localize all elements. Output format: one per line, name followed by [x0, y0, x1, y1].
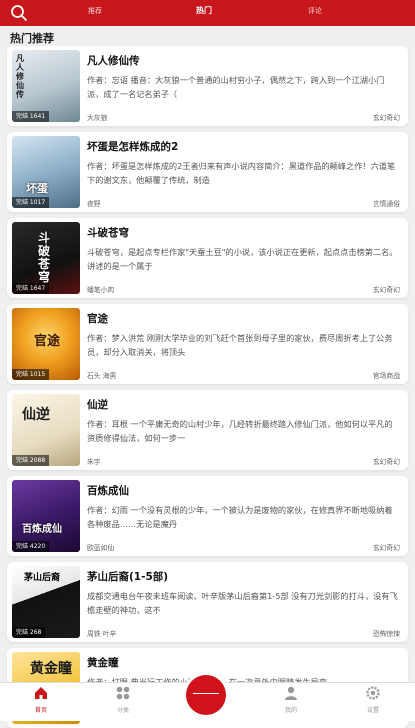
status-badge: 完结 1015 [12, 369, 50, 380]
status-badge: 完结 1647 [12, 283, 50, 294]
nav-category-label: 分类 [116, 707, 129, 714]
book-genre: 恐怖惊悚 [372, 630, 400, 638]
book-author: 蟠笔小肉 [87, 286, 115, 294]
cover-title-art: 茅山后裔 [24, 573, 61, 583]
nav-category[interactable]: 分类 [98, 685, 148, 714]
book-title[interactable]: 凡人修仙传 [87, 53, 140, 68]
nav-home-label: 首页 [34, 707, 47, 714]
cover-title-art: 黄金瞳 [30, 661, 72, 677]
book-title[interactable]: 仙逆 [87, 397, 108, 412]
book-description: 作者：梦入洪荒 刚刚大学毕业的刘飞赶个首张到母子里的家伙，费尽周折考上了公务员，… [87, 333, 393, 357]
tab-hot[interactable]: 热门 [196, 5, 212, 16]
book-title[interactable]: 百炼成仙 [87, 483, 129, 498]
book-author: 朱宇 [87, 458, 101, 466]
cover-title-art: 百炼成仙 [22, 524, 62, 535]
book-description: 成都交通电台午夜未班车阅读、叶辛版茅山后裔第1-5部 没有刀光剑影的打斗，没有飞… [87, 591, 398, 615]
cover-title-art: 坏蛋 [26, 182, 48, 195]
book-description: 作者：幻雨 一个没有灵根的少年，一个被认为是废物的家伙，在修真界不断地吸纳着各种… [87, 505, 393, 529]
status-badge: 完结 1641 [12, 111, 50, 122]
nav-mine[interactable]: 我的 [266, 685, 316, 714]
cover-title-art: 斗破苍穹 [38, 231, 51, 284]
book-author: 欧蓝如仙 [87, 544, 115, 552]
book-cover[interactable]: 百炼成仙 完结 4220 [12, 480, 80, 552]
nav-mine-label: 我的 [284, 707, 297, 714]
book-title[interactable]: 斗破苍穹 [87, 225, 129, 240]
tab-recommend[interactable]: 推荐 [88, 6, 102, 16]
nav-settings-label: 设置 [366, 707, 379, 714]
status-badge: 完结 268 [12, 627, 46, 638]
top-bar: 推荐 热门 评论 [0, 0, 415, 26]
status-badge: 完结 2088 [12, 455, 50, 466]
search-icon[interactable] [9, 3, 29, 23]
book-author: 大灰狼 [87, 114, 108, 122]
nav-home[interactable]: 首页 [16, 685, 66, 714]
book-card[interactable]: 坏蛋 完结 1017 坏蛋是怎样炼成的2 作者：坏蛋是怎样炼成的2王者归来有声小… [7, 132, 408, 212]
center-listen-icon [193, 693, 219, 694]
book-title[interactable]: 官途 [87, 311, 108, 326]
book-title[interactable]: 茅山后裔(1-5部) [87, 569, 168, 584]
book-description: 作者：耳根 一个平庸无奇的山村少年，几经转折最终踏入修仙门派，他如何以平凡的资质… [87, 419, 393, 443]
book-author: 周铁 叶辛 [87, 630, 117, 638]
category-icon [116, 686, 130, 700]
book-description: 作者：忘语 播音：大灰狼一个普通的山村穷小子，偶然之下，跨入到一个江湖小门派，成… [87, 75, 385, 99]
book-description: 作者：坏蛋是怎样炼成的2王者归来有声小说内容简介：黑道作品的颠峰之作！六道笔下的… [87, 161, 396, 185]
book-description: 斗破苍穹，是起点专栏作家"天蚕土豆"的小说，该小说正在更新，起点点击榜第二名。 … [87, 247, 398, 271]
book-cover[interactable]: 官途 完结 1015 [12, 308, 80, 380]
book-card[interactable]: 官途 完结 1015 官途 作者：梦入洪荒 刚刚大学毕业的刘飞赶个首张到母子里的… [7, 304, 408, 384]
status-badge: 完结 4220 [12, 541, 50, 552]
nav-settings[interactable]: 设置 [348, 685, 398, 714]
settings-icon [366, 686, 380, 700]
bottom-navigation: 首页 分类 我的 设置 [0, 675, 415, 721]
section-title: 热门推荐 [10, 32, 54, 45]
book-genre: 官场商战 [372, 372, 400, 380]
book-cover[interactable]: 凡人修仙传 完结 1641 [12, 50, 80, 122]
book-genre: 玄幻奇幻 [372, 286, 400, 294]
book-cover[interactable]: 斗破苍穹 完结 1647 [12, 222, 80, 294]
book-card[interactable]: 凡人修仙传 完结 1641 凡人修仙传 作者：忘语 播音：大灰狼一个普通的山村穷… [7, 46, 408, 126]
book-author: 石头 海男 [87, 372, 117, 380]
book-card[interactable]: 斗破苍穹 完结 1647 斗破苍穹 斗破苍穹，是起点专栏作家"天蚕土豆"的小说，… [7, 218, 408, 298]
cover-title-art: 仙逆 [22, 407, 50, 423]
book-author: 夜野 [87, 200, 101, 208]
user-icon [285, 686, 297, 700]
cover-title-art: 官途 [34, 334, 61, 349]
book-genre: 玄幻奇幻 [372, 544, 400, 552]
book-card[interactable]: 百炼成仙 完结 4220 百炼成仙 作者：幻雨 一个没有灵根的少年，一个被认为是… [7, 476, 408, 556]
book-genre: 言情通俗 [372, 200, 400, 208]
book-cover[interactable]: 坏蛋 完结 1017 [12, 136, 80, 208]
book-cover[interactable]: 仙逆 完结 2088 [12, 394, 80, 466]
center-listen-button[interactable] [186, 675, 226, 715]
book-genre: 玄幻奇幻 [372, 458, 400, 466]
cover-title-art: 凡人修仙传 [16, 54, 24, 99]
tab-comments[interactable]: 评论 [308, 6, 322, 16]
book-genre: 玄幻奇幻 [372, 114, 400, 122]
home-icon [35, 687, 47, 699]
book-title[interactable]: 坏蛋是怎样炼成的2 [87, 139, 178, 154]
book-title[interactable]: 黄金瞳 [87, 655, 119, 670]
book-card[interactable]: 茅山后裔 完结 268 茅山后裔(1-5部) 成都交通电台午夜未班车阅读、叶辛版… [7, 562, 408, 642]
book-cover[interactable]: 茅山后裔 完结 268 [12, 566, 80, 638]
book-card[interactable]: 仙逆 完结 2088 仙逆 作者：耳根 一个平庸无奇的山村少年，几经转折最终踏入… [7, 390, 408, 470]
status-badge: 完结 1017 [12, 197, 50, 208]
